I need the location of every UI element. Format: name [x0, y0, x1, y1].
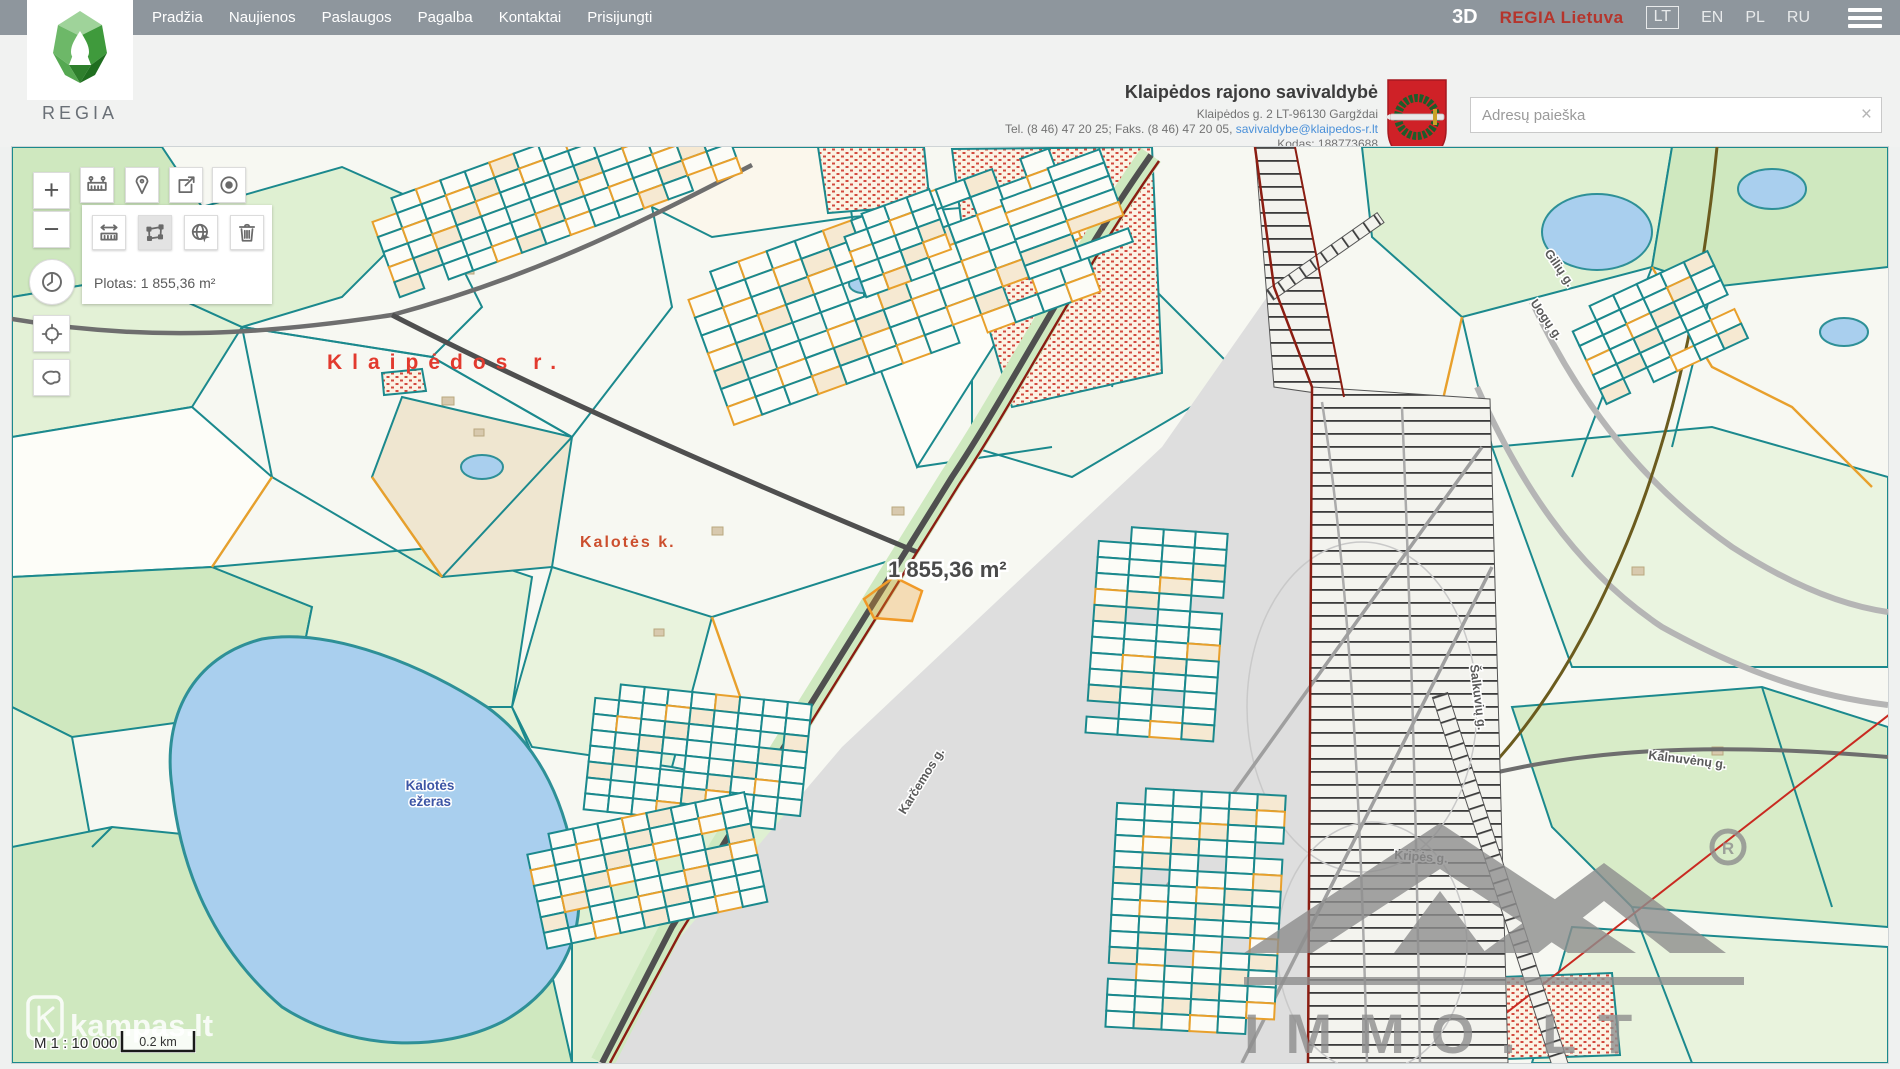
municipality-block: Klaipėdos rajono savivaldybė Klaipėdos g… — [850, 82, 1378, 152]
svg-text:IMMO.LT: IMMO.LT — [1244, 1002, 1658, 1063]
lang-lt[interactable]: LT — [1646, 6, 1679, 29]
measurement-panel: Plotas: 1 855,36 m² — [82, 205, 272, 304]
share-icon — [175, 174, 197, 196]
regia-logo[interactable] — [27, 0, 133, 100]
scale-bar-label: 0.2 km — [139, 1035, 177, 1049]
municipality-contacts: Tel. (8 46) 47 20 25; Faks. (8 46) 47 20… — [850, 122, 1378, 137]
zoom-out-button[interactable]: − — [33, 211, 70, 248]
parcel-cluster — [1105, 787, 1285, 1035]
nav-item-paslaugos[interactable]: Paslaugos — [322, 9, 392, 26]
lithuania-outline-icon — [40, 366, 64, 390]
main-menu: Pradžia Naujienos Paslaugos Pagalba Kont… — [152, 0, 652, 35]
page-header: Klaipėdos rajono savivaldybė Klaipėdos g… — [0, 35, 1900, 147]
scale-ratio: M 1 : 10 000 — [34, 1035, 117, 1052]
marker-tool-button[interactable] — [125, 167, 159, 203]
track-location-button[interactable] — [212, 167, 246, 203]
lang-pl[interactable]: PL — [1745, 9, 1765, 27]
map-canvas[interactable]: Klaipėdos r. Kalotės k. Kalotės ežeras 1… — [12, 147, 1888, 1063]
lake-label-1: Kalotės — [406, 778, 455, 793]
lake-label-2: ežeras — [409, 794, 451, 809]
search-clear-icon[interactable]: × — [1861, 103, 1872, 127]
measure-area-button[interactable] — [138, 215, 172, 250]
history-clock-button[interactable] — [29, 259, 75, 305]
nav-item-pagalba[interactable]: Pagalba — [418, 9, 473, 26]
cadastral-map[interactable]: Klaipėdos r. Kalotės k. Kalotės ežeras 1… — [12, 147, 1888, 1063]
measure-distance-button[interactable] — [92, 215, 126, 250]
nav-item-kontaktai[interactable]: Kontaktai — [499, 9, 562, 26]
regia-gem-icon — [47, 9, 113, 87]
lang-en[interactable]: EN — [1701, 9, 1723, 27]
record-dot-icon — [218, 174, 240, 196]
zoom-in-button[interactable]: + — [33, 172, 70, 209]
address-search: × — [1470, 97, 1882, 133]
municipality-title: Klaipėdos rajono savivaldybė — [850, 82, 1378, 103]
regia-lietuva-link[interactable]: REGIA Lietuva — [1500, 8, 1624, 28]
regia-logo-text: REGIA — [27, 103, 133, 124]
area-result-label: Plotas: 1 855,36 m² — [94, 275, 215, 291]
globe-cursor-icon — [190, 222, 212, 244]
nav-item-prisijungti[interactable]: Prisijungti — [587, 9, 652, 26]
clock-icon — [40, 270, 64, 294]
search-input[interactable] — [1471, 98, 1881, 132]
measure-on-map-button[interactable] — [184, 215, 218, 250]
nav-item-pradzia[interactable]: Pradžia — [152, 9, 203, 26]
trash-icon — [236, 222, 258, 244]
lang-ru[interactable]: RU — [1787, 9, 1810, 27]
top-navbar: Pradžia Naujienos Paslaugos Pagalba Kont… — [0, 0, 1900, 35]
municipality-email-link[interactable]: savivaldybe@klaipedos-r.lt — [1236, 122, 1378, 136]
district-label: Klaipėdos r. — [327, 351, 566, 374]
hamburger-menu-icon[interactable] — [1848, 8, 1882, 28]
locate-button[interactable] — [33, 315, 70, 352]
municipality-address: Klaipėdos g. 2 LT-96130 Gargždai — [850, 107, 1378, 122]
crosshair-icon — [41, 323, 63, 345]
area-icon — [144, 222, 166, 244]
measurement-label: 1 855,36 m² — [888, 557, 1007, 582]
svg-text:R: R — [1722, 839, 1734, 858]
measure-tool-button[interactable] — [80, 167, 114, 203]
map-pin-icon — [131, 174, 153, 196]
nav-item-naujienos[interactable]: Naujienos — [229, 9, 296, 26]
export-tool-button[interactable] — [169, 167, 203, 203]
distance-icon — [98, 222, 120, 244]
village-label: Kalotės k. — [580, 534, 676, 551]
lithuania-extent-button[interactable] — [33, 359, 70, 396]
view-3d-button[interactable]: 3D — [1452, 6, 1478, 29]
clear-measurement-button[interactable] — [230, 215, 264, 250]
tape-measure-icon — [86, 174, 108, 196]
